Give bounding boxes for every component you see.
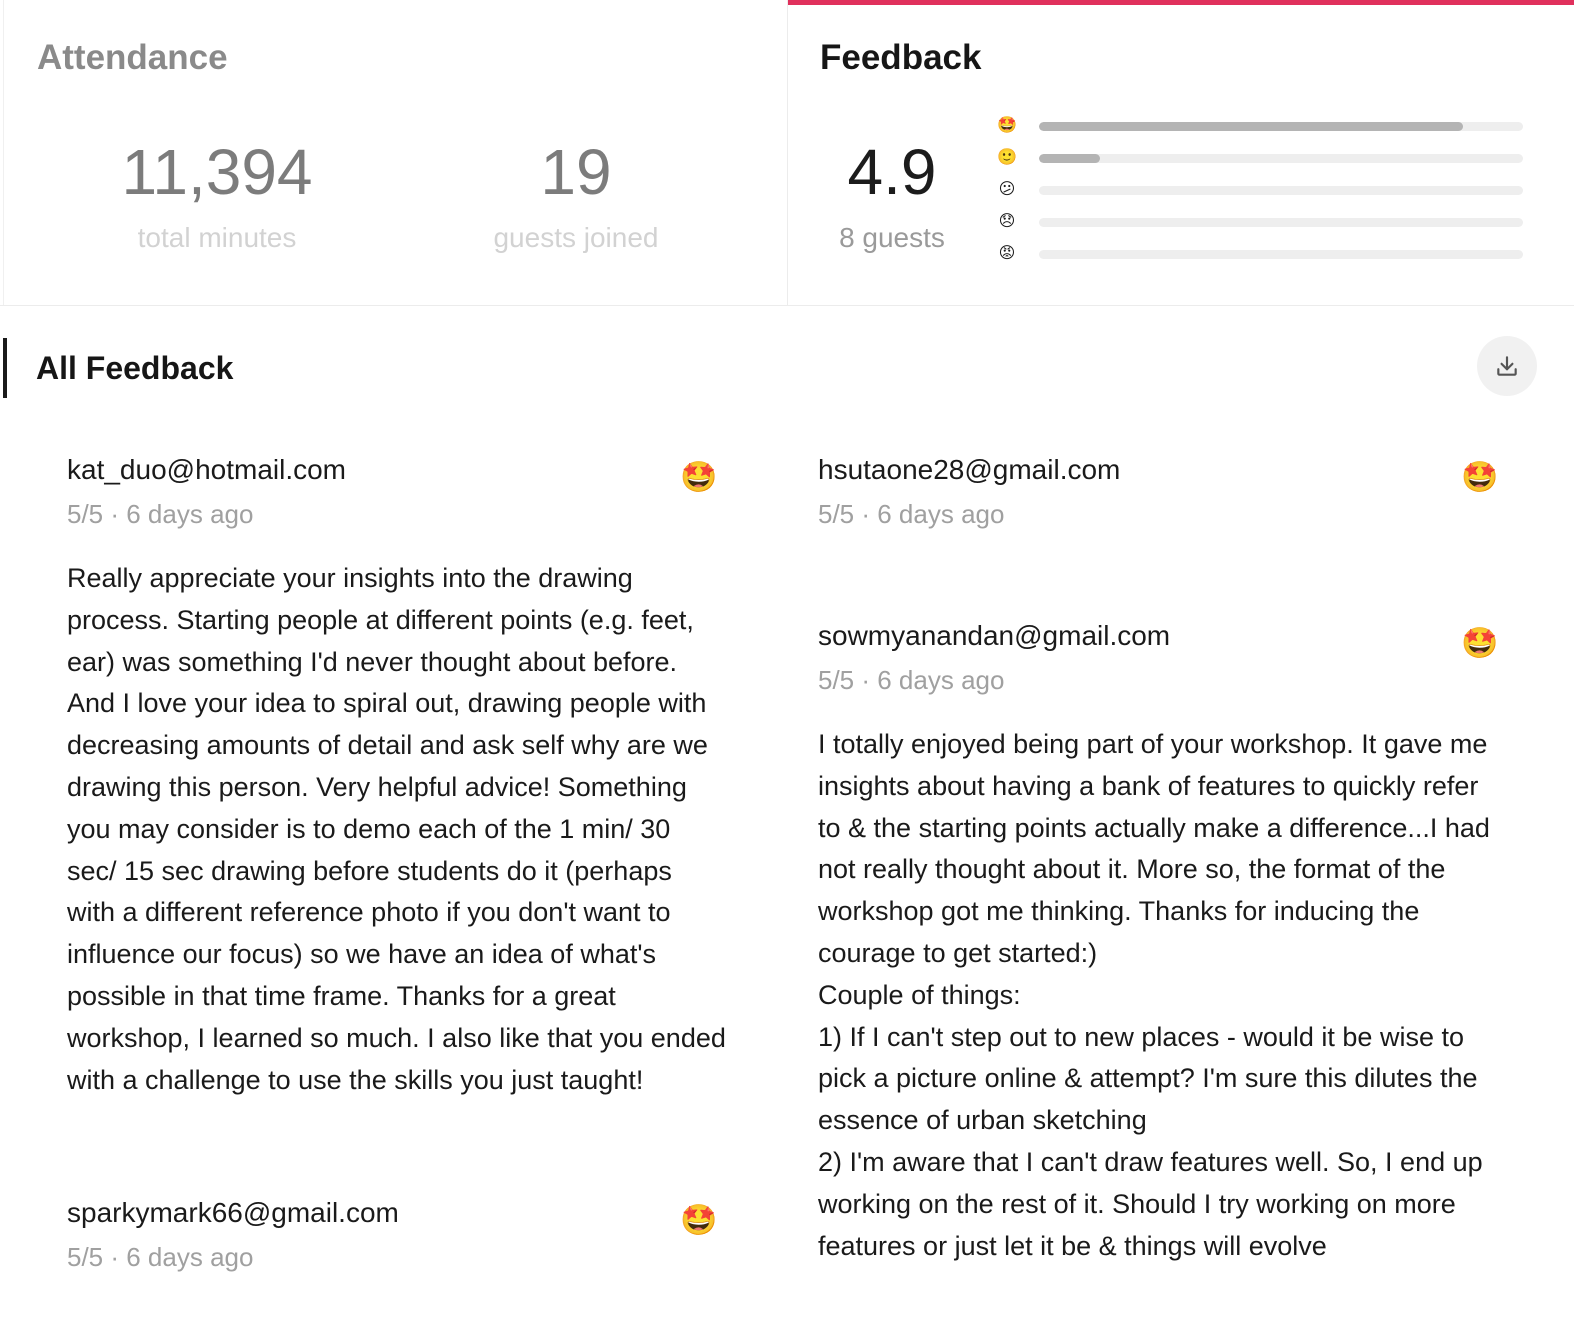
active-panel-indicator <box>788 0 1574 5</box>
rating-row: 🤩 <box>993 111 1533 141</box>
rating-bar-fill <box>1039 122 1463 131</box>
rating-bar-fill <box>1039 154 1100 163</box>
star-struck-face-icon: 🤩 <box>1461 627 1499 660</box>
feedback-rating-date: 5/5 · 6 days ago <box>818 499 1005 529</box>
star-struck-face-icon: 🤩 <box>997 117 1017 134</box>
download-icon <box>1497 356 1517 376</box>
feedback-author-email: kat_duo@hotmail.com <box>67 454 347 485</box>
confused-face-icon: 😕 <box>998 181 1016 198</box>
rating-row: 🙂 <box>993 143 1533 173</box>
feedback-card: kat_duo@hotmail.com 5/5 · 6 days ago 🤩 Real… <box>67 450 727 1101</box>
feedback-author-email: hsutaone28@gmail.com <box>818 454 1121 485</box>
rating-row: 😞 <box>993 207 1533 237</box>
total-minutes-stat: 11,394 total minutes <box>67 136 367 254</box>
feedback-panel[interactable]: Feedback 4.9 8 guests 🤩 🙂 😕 😞 😡 <box>787 0 1574 305</box>
average-rating-value: 4.9 <box>847 136 937 208</box>
feedback-author-email: sowmyanandan@gmail.com <box>818 620 1171 651</box>
angry-face-icon: 😡 <box>998 245 1016 262</box>
feedback-comment: Really appreciate your insights into the… <box>67 563 726 1095</box>
disappointed-face-icon: 😞 <box>998 213 1016 230</box>
star-struck-face-icon: 🤩 <box>1461 461 1499 494</box>
rating-bar-track <box>1039 218 1523 227</box>
download-button[interactable] <box>1477 336 1537 396</box>
rating-guest-count: 8 guests <box>839 222 945 253</box>
feedback-rating-date: 5/5 · 6 days ago <box>67 1242 254 1273</box>
slightly-smiling-face-icon: 🙂 <box>997 149 1017 166</box>
attendance-panel: Attendance 11,394 total minutes 19 guest… <box>3 0 787 305</box>
feedback-card: sparkymark66@gmail.com 5/5 · 6 days ago 🤩 <box>67 1193 727 1275</box>
feedback-column-right: hsutaone28@gmail.com 5/5 · 6 days ago 🤩 sow… <box>818 450 1508 1267</box>
section-marker <box>3 338 7 398</box>
guests-joined-stat: 19 guests joined <box>426 136 726 254</box>
star-struck-face-icon: 🤩 <box>680 1204 718 1238</box>
attendance-title: Attendance <box>37 38 228 77</box>
average-rating: 4.9 8 guests <box>818 136 966 254</box>
star-struck-face-icon: 🤩 <box>680 461 718 494</box>
feedback-comment: I totally enjoyed being part of your wor… <box>818 729 1490 1261</box>
feedback-rating-date: 5/5 · 6 days ago <box>818 665 1005 695</box>
feedback-rating-date: 5/5 · 6 days ago <box>67 499 254 529</box>
rating-bar-track <box>1039 154 1523 163</box>
total-minutes-value: 11,394 <box>121 136 313 208</box>
feedback-card: sowmyanandan@gmail.com 5/5 · 6 days ago 🤩 I… <box>818 616 1508 1267</box>
feedback-title: Feedback <box>820 38 982 77</box>
rating-bar-track <box>1039 250 1523 259</box>
all-feedback-title: All Feedback <box>36 350 234 386</box>
rating-bar-track <box>1039 186 1523 195</box>
scroll-fade <box>0 1290 1574 1334</box>
feedback-author-email: sparkymark66@gmail.com <box>67 1197 399 1229</box>
rating-row: 😡 <box>993 239 1533 269</box>
guests-joined-label: guests joined <box>493 222 659 253</box>
total-minutes-label: total minutes <box>137 222 297 253</box>
feedback-card: hsutaone28@gmail.com 5/5 · 6 days ago 🤩 <box>818 450 1508 532</box>
guests-joined-value: 19 <box>540 136 612 208</box>
feedback-column-left: kat_duo@hotmail.com 5/5 · 6 days ago 🤩 Real… <box>67 450 727 1275</box>
all-feedback-header: All Feedback <box>0 336 1574 400</box>
stats-row: Attendance 11,394 total minutes 19 guest… <box>0 0 1574 306</box>
rating-bar-track <box>1039 122 1523 131</box>
rating-row: 😕 <box>993 175 1533 205</box>
